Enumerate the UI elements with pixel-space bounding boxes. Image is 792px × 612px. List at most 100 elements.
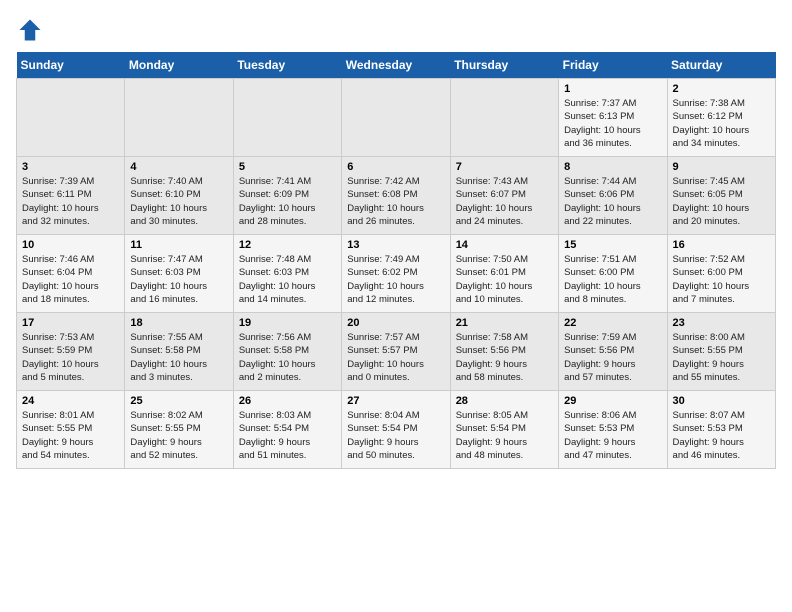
day-cell: 16Sunrise: 7:52 AM Sunset: 6:00 PM Dayli… bbox=[667, 235, 775, 313]
day-number: 6 bbox=[347, 161, 444, 173]
day-number: 1 bbox=[564, 83, 661, 95]
header-day-monday: Monday bbox=[125, 52, 233, 79]
day-info: Sunrise: 8:02 AM Sunset: 5:55 PM Dayligh… bbox=[130, 409, 227, 462]
day-cell: 17 Sunrise: 7:53 AM Sunset: 5:59 PM Dayli… bbox=[17, 313, 125, 391]
day-cell: 5 Sunrise: 7:41 AM Sunset: 6:09 PM Daylig… bbox=[233, 157, 341, 235]
day-info: Sunrise: 7:55 AM Sunset: 5:58 PM Dayligh… bbox=[130, 331, 227, 384]
day-cell: 14 Sunrise: 7:50 AM Sunset: 6:01 PM Dayli… bbox=[450, 235, 558, 313]
day-number: 30 bbox=[673, 395, 770, 407]
day-number: 15 bbox=[564, 239, 661, 251]
day-number: 18 bbox=[130, 317, 227, 329]
day-info: Sunrise: 8:05 AM Sunset: 5:54 PM Dayligh… bbox=[456, 409, 553, 462]
day-number: 25 bbox=[130, 395, 227, 407]
day-cell: 2 Sunrise: 7:38 AM Sunset: 6:12 PM Daylig… bbox=[667, 79, 775, 157]
day-info: Sunrise: 7:47 AM Sunset: 6:03 PM Dayligh… bbox=[130, 253, 227, 306]
calendar-table: SundayMondayTuesdayWednesdayThursdayFrid… bbox=[16, 52, 776, 469]
day-cell: 10 Sunrise: 7:46 AM Sunset: 6:04 PM Dayli… bbox=[17, 235, 125, 313]
header-day-tuesday: Tuesday bbox=[233, 52, 341, 79]
day-cell: 19 Sunrise: 7:56 AM Sunset: 5:58 PM Dayli… bbox=[233, 313, 341, 391]
day-info: Sunrise: 7:53 AM Sunset: 5:59 PM Dayligh… bbox=[22, 331, 119, 384]
day-cell: 11Sunrise: 7:47 AM Sunset: 6:03 PM Dayli… bbox=[125, 235, 233, 313]
logo-icon bbox=[16, 16, 44, 44]
day-info: Sunrise: 7:38 AM Sunset: 6:12 PM Dayligh… bbox=[673, 97, 770, 150]
calendar-body: 1 Sunrise: 7:37 AM Sunset: 6:13 PM Daylig… bbox=[17, 79, 776, 469]
day-info: Sunrise: 7:41 AM Sunset: 6:09 PM Dayligh… bbox=[239, 175, 336, 228]
day-info: Sunrise: 7:59 AM Sunset: 5:56 PM Dayligh… bbox=[564, 331, 661, 384]
header-day-saturday: Saturday bbox=[667, 52, 775, 79]
day-number: 17 bbox=[22, 317, 119, 329]
day-number: 24 bbox=[22, 395, 119, 407]
day-number: 10 bbox=[22, 239, 119, 251]
day-number: 8 bbox=[564, 161, 661, 173]
logo bbox=[16, 16, 48, 44]
day-cell: 23 Sunrise: 8:00 AM Sunset: 5:55 PM Dayli… bbox=[667, 313, 775, 391]
day-cell bbox=[17, 79, 125, 157]
day-info: Sunrise: 7:48 AM Sunset: 6:03 PM Dayligh… bbox=[239, 253, 336, 306]
day-cell: 13 Sunrise: 7:49 AM Sunset: 6:02 PM Dayli… bbox=[342, 235, 450, 313]
day-info: Sunrise: 7:57 AM Sunset: 5:57 PM Dayligh… bbox=[347, 331, 444, 384]
day-info: Sunrise: 7:51 AM Sunset: 6:00 PM Dayligh… bbox=[564, 253, 661, 306]
header-day-wednesday: Wednesday bbox=[342, 52, 450, 79]
header-row: SundayMondayTuesdayWednesdayThursdayFrid… bbox=[17, 52, 776, 79]
day-cell: 1 Sunrise: 7:37 AM Sunset: 6:13 PM Daylig… bbox=[559, 79, 667, 157]
day-info: Sunrise: 8:03 AM Sunset: 5:54 PM Dayligh… bbox=[239, 409, 336, 462]
day-info: Sunrise: 8:07 AM Sunset: 5:53 PM Dayligh… bbox=[673, 409, 770, 462]
day-cell bbox=[233, 79, 341, 157]
week-row-2: 10 Sunrise: 7:46 AM Sunset: 6:04 PM Dayli… bbox=[17, 235, 776, 313]
day-number: 29 bbox=[564, 395, 661, 407]
day-info: Sunrise: 7:37 AM Sunset: 6:13 PM Dayligh… bbox=[564, 97, 661, 150]
day-number: 14 bbox=[456, 239, 553, 251]
calendar-header: SundayMondayTuesdayWednesdayThursdayFrid… bbox=[17, 52, 776, 79]
day-number: 9 bbox=[673, 161, 770, 173]
day-info: Sunrise: 8:00 AM Sunset: 5:55 PM Dayligh… bbox=[673, 331, 770, 384]
header-day-friday: Friday bbox=[559, 52, 667, 79]
day-info: Sunrise: 7:50 AM Sunset: 6:01 PM Dayligh… bbox=[456, 253, 553, 306]
day-info: Sunrise: 8:06 AM Sunset: 5:53 PM Dayligh… bbox=[564, 409, 661, 462]
day-cell bbox=[125, 79, 233, 157]
day-cell: 26 Sunrise: 8:03 AM Sunset: 5:54 PM Dayli… bbox=[233, 391, 341, 469]
day-info: Sunrise: 7:46 AM Sunset: 6:04 PM Dayligh… bbox=[22, 253, 119, 306]
day-number: 28 bbox=[456, 395, 553, 407]
day-info: Sunrise: 7:58 AM Sunset: 5:56 PM Dayligh… bbox=[456, 331, 553, 384]
day-info: Sunrise: 7:40 AM Sunset: 6:10 PM Dayligh… bbox=[130, 175, 227, 228]
day-info: Sunrise: 7:39 AM Sunset: 6:11 PM Dayligh… bbox=[22, 175, 119, 228]
day-cell: 28 Sunrise: 8:05 AM Sunset: 5:54 PM Dayli… bbox=[450, 391, 558, 469]
day-number: 13 bbox=[347, 239, 444, 251]
header-day-thursday: Thursday bbox=[450, 52, 558, 79]
day-info: Sunrise: 7:44 AM Sunset: 6:06 PM Dayligh… bbox=[564, 175, 661, 228]
day-cell: 22 Sunrise: 7:59 AM Sunset: 5:56 PM Dayli… bbox=[559, 313, 667, 391]
day-cell: 3Sunrise: 7:39 AM Sunset: 6:11 PM Daylig… bbox=[17, 157, 125, 235]
day-info: Sunrise: 7:42 AM Sunset: 6:08 PM Dayligh… bbox=[347, 175, 444, 228]
day-number: 5 bbox=[239, 161, 336, 173]
day-info: Sunrise: 7:56 AM Sunset: 5:58 PM Dayligh… bbox=[239, 331, 336, 384]
day-info: Sunrise: 7:49 AM Sunset: 6:02 PM Dayligh… bbox=[347, 253, 444, 306]
day-info: Sunrise: 7:45 AM Sunset: 6:05 PM Dayligh… bbox=[673, 175, 770, 228]
day-info: Sunrise: 7:52 AM Sunset: 6:00 PM Dayligh… bbox=[673, 253, 770, 306]
day-number: 21 bbox=[456, 317, 553, 329]
day-cell: 4Sunrise: 7:40 AM Sunset: 6:10 PM Daylig… bbox=[125, 157, 233, 235]
day-cell: 21 Sunrise: 7:58 AM Sunset: 5:56 PM Dayli… bbox=[450, 313, 558, 391]
day-number: 7 bbox=[456, 161, 553, 173]
day-cell: 24 Sunrise: 8:01 AM Sunset: 5:55 PM Dayli… bbox=[17, 391, 125, 469]
day-cell: 8 Sunrise: 7:44 AM Sunset: 6:06 PM Daylig… bbox=[559, 157, 667, 235]
day-cell: 27 Sunrise: 8:04 AM Sunset: 5:54 PM Dayli… bbox=[342, 391, 450, 469]
day-number: 23 bbox=[673, 317, 770, 329]
day-number: 26 bbox=[239, 395, 336, 407]
page-header bbox=[16, 16, 776, 44]
day-cell: 29 Sunrise: 8:06 AM Sunset: 5:53 PM Dayli… bbox=[559, 391, 667, 469]
day-number: 2 bbox=[673, 83, 770, 95]
week-row-3: 17 Sunrise: 7:53 AM Sunset: 5:59 PM Dayli… bbox=[17, 313, 776, 391]
day-cell bbox=[450, 79, 558, 157]
day-cell: 30 Sunrise: 8:07 AM Sunset: 5:53 PM Dayli… bbox=[667, 391, 775, 469]
week-row-4: 24 Sunrise: 8:01 AM Sunset: 5:55 PM Dayli… bbox=[17, 391, 776, 469]
day-number: 22 bbox=[564, 317, 661, 329]
day-cell: 12Sunrise: 7:48 AM Sunset: 6:03 PM Dayli… bbox=[233, 235, 341, 313]
day-cell bbox=[342, 79, 450, 157]
day-number: 27 bbox=[347, 395, 444, 407]
day-cell: 25 Sunrise: 8:02 AM Sunset: 5:55 PM Dayli… bbox=[125, 391, 233, 469]
day-info: Sunrise: 8:04 AM Sunset: 5:54 PM Dayligh… bbox=[347, 409, 444, 462]
day-number: 19 bbox=[239, 317, 336, 329]
day-info: Sunrise: 8:01 AM Sunset: 5:55 PM Dayligh… bbox=[22, 409, 119, 462]
day-cell: 18 Sunrise: 7:55 AM Sunset: 5:58 PM Dayli… bbox=[125, 313, 233, 391]
day-cell: 20Sunrise: 7:57 AM Sunset: 5:57 PM Dayli… bbox=[342, 313, 450, 391]
